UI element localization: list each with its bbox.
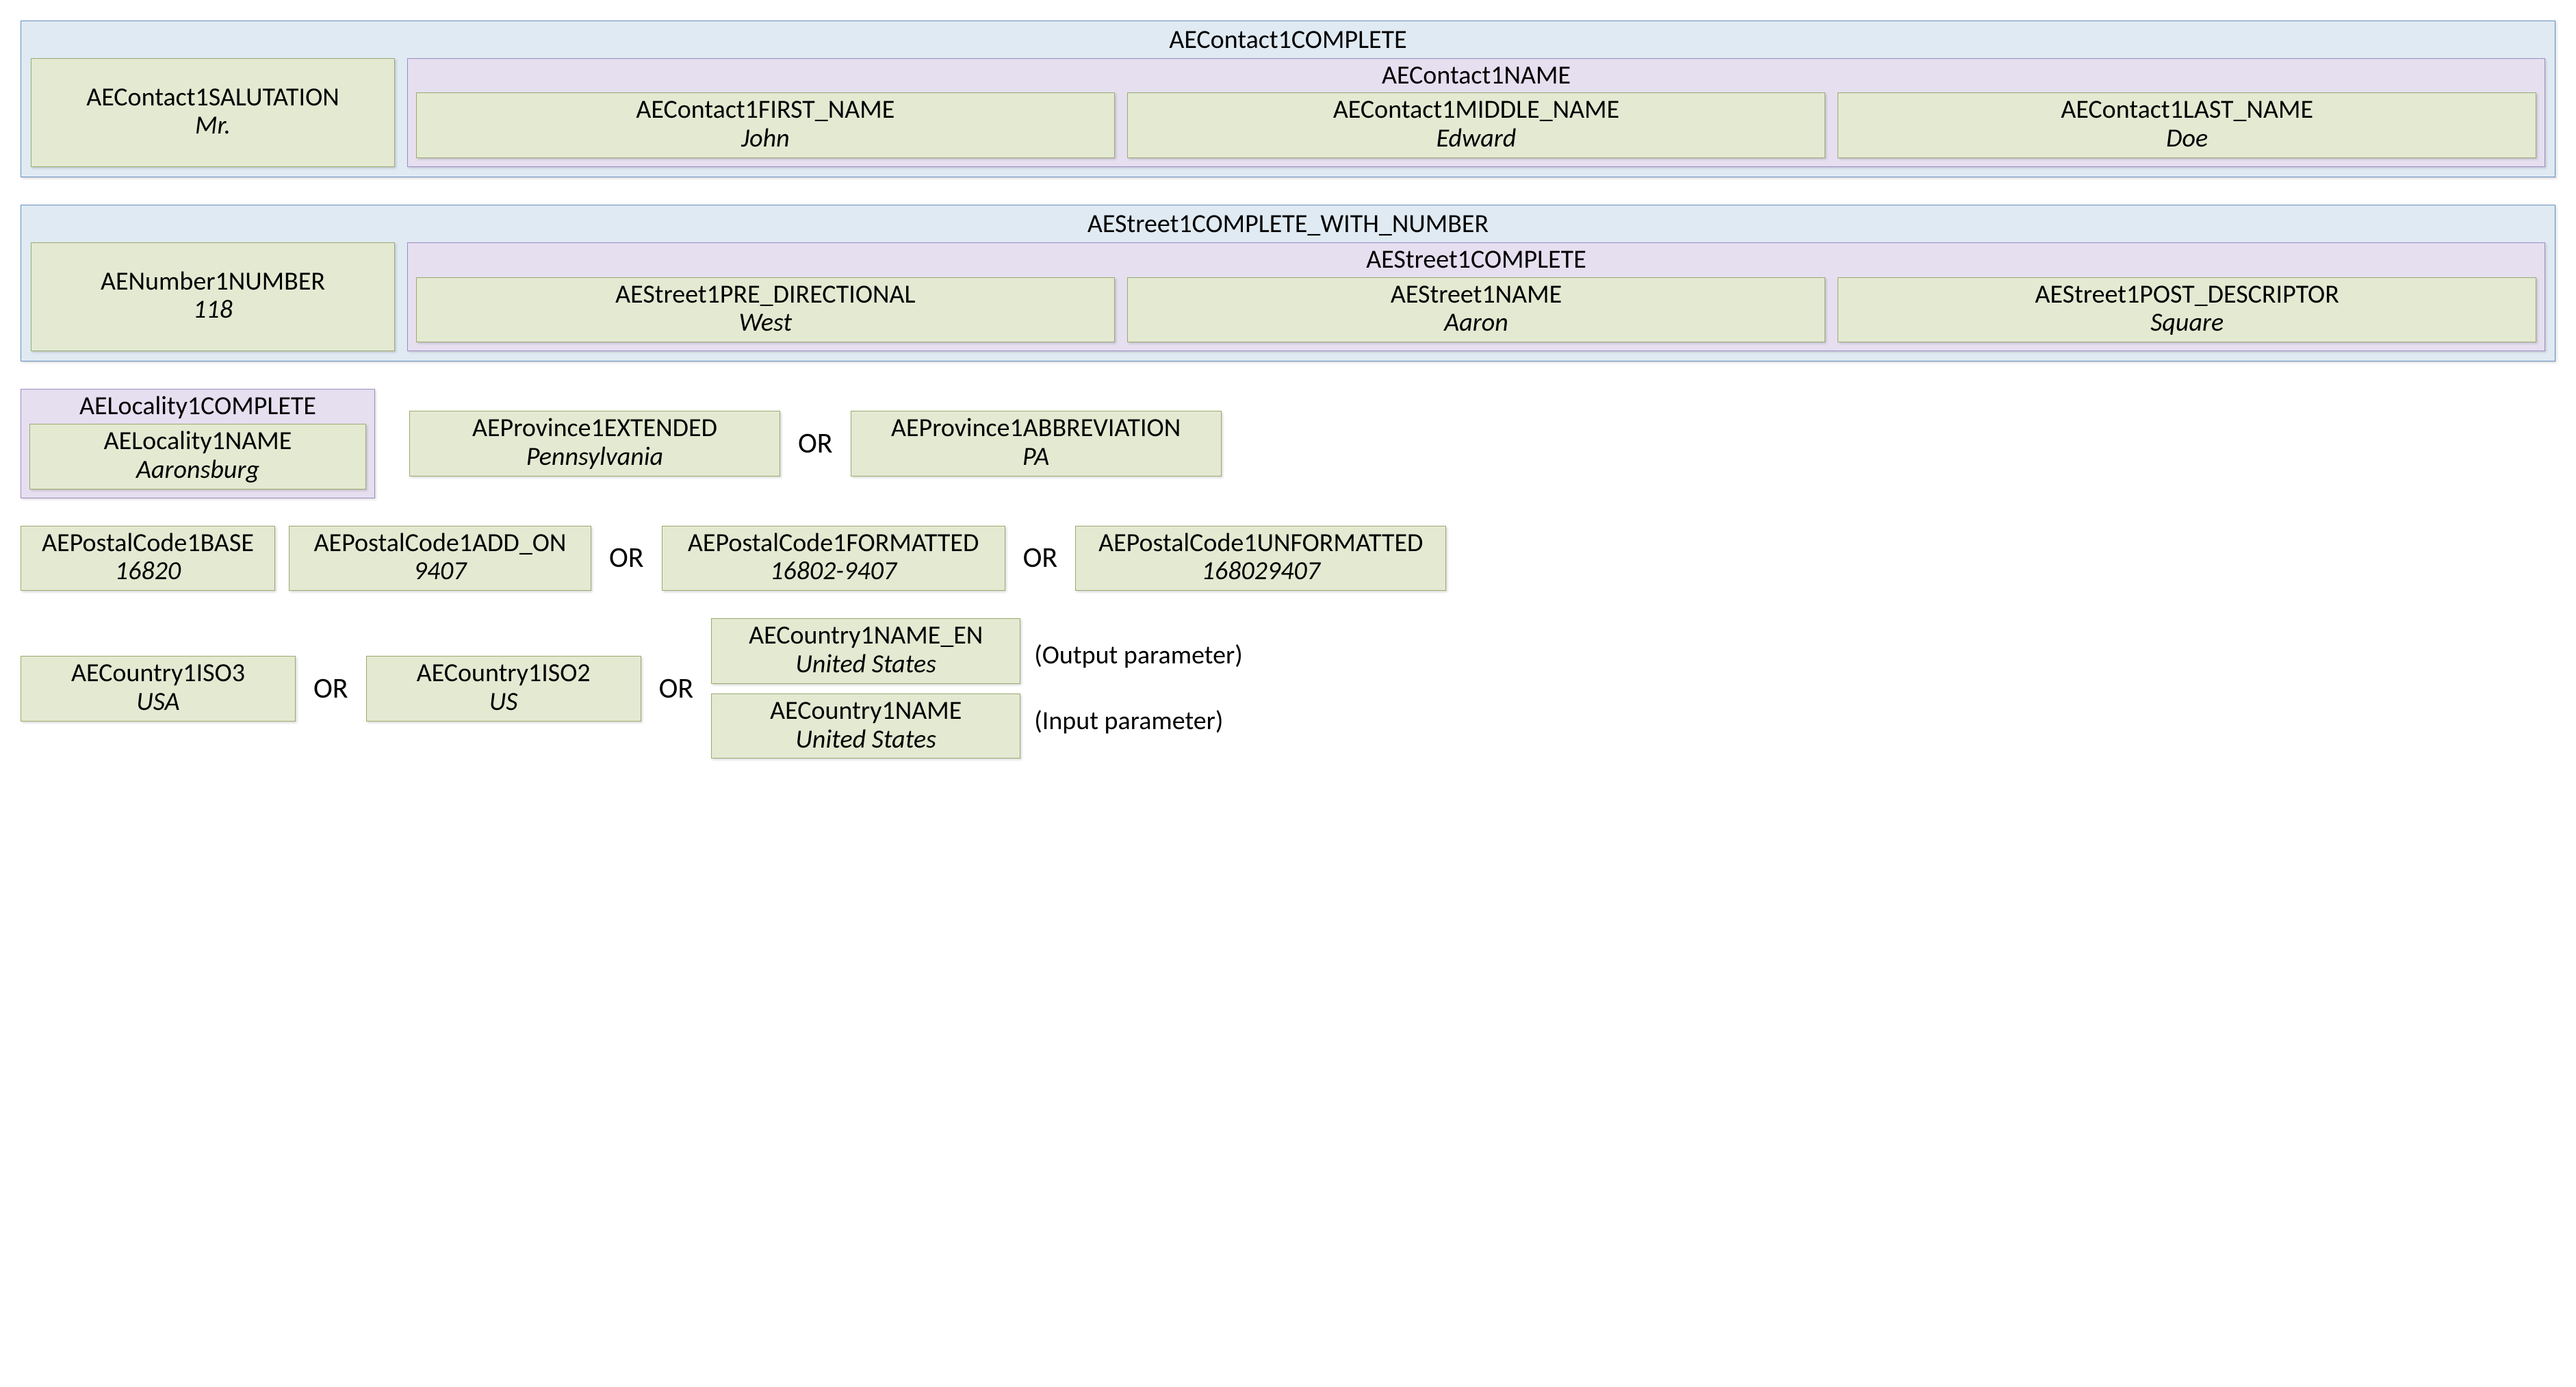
note-input-parameter: (Input parameter) — [1034, 707, 1243, 736]
field-value: Pennsylvania — [417, 443, 773, 472]
field-street-number: AENumber1NUMBER 118 — [31, 242, 395, 351]
frame-locality-complete: AELocality1COMPLETE AELocality1NAME Aaro… — [21, 389, 375, 498]
field-value: 16820 — [28, 557, 268, 586]
field-value: 168029407 — [1083, 557, 1439, 586]
field-street-pre-directional: AEStreet1PRE_DIRECTIONAL West — [416, 277, 1115, 343]
field-value: USA — [28, 688, 288, 717]
field-value: 118 — [38, 296, 387, 325]
or-label: OR — [794, 429, 837, 458]
field-value: Edward — [1135, 125, 1818, 153]
field-postal-unformatted: AEPostalCode1UNFORMATTED 168029407 — [1075, 526, 1446, 591]
or-label: OR — [605, 544, 648, 572]
field-name: AEContact1SALUTATION — [38, 84, 387, 112]
or-label: OR — [1019, 544, 1062, 572]
field-province-extended: AEProvince1EXTENDED Pennsylvania — [409, 411, 780, 476]
label-street-complete-with-number: AEStreet1COMPLETE_WITH_NUMBER — [31, 209, 2545, 240]
field-name: AEContact1FIRST_NAME — [424, 96, 1107, 125]
field-value: 9407 — [296, 557, 584, 586]
field-name: AEPostalCode1FORMATTED — [669, 529, 998, 558]
field-value: Aaronsburg — [37, 456, 359, 485]
label-contact-complete: AEContact1COMPLETE — [31, 25, 2545, 55]
field-name: AENumber1NUMBER — [38, 268, 387, 296]
or-label: OR — [309, 674, 352, 703]
field-name: AEPostalCode1BASE — [28, 529, 268, 558]
field-value: US — [374, 688, 634, 717]
field-value: Doe — [1845, 125, 2529, 153]
frame-street-complete-with-number: AEStreet1COMPLETE_WITH_NUMBER AENumber1N… — [21, 205, 2555, 361]
field-postal-addon: AEPostalCode1ADD_ON 9407 — [289, 526, 591, 591]
field-name: AEStreet1NAME — [1135, 281, 1818, 309]
field-value: United States — [719, 650, 1013, 679]
field-last-name: AEContact1LAST_NAME Doe — [1838, 92, 2536, 158]
country-name-stack: AECountry1NAME_EN United States AECountr… — [711, 618, 1020, 759]
country-notes: (Output parameter) (Input parameter) — [1034, 641, 1243, 736]
field-name: AEPostalCode1UNFORMATTED — [1083, 529, 1439, 558]
field-name: AEStreet1PRE_DIRECTIONAL — [424, 281, 1107, 309]
row-contact: AEContact1COMPLETE AEContact1SALUTATION … — [21, 21, 2555, 177]
frame-contact-name: AEContact1NAME AEContact1FIRST_NAME John… — [407, 58, 2545, 167]
label-locality-complete: AELocality1COMPLETE — [29, 392, 366, 421]
field-country-name-en: AECountry1NAME_EN United States — [711, 618, 1020, 684]
field-name: AEProvince1EXTENDED — [417, 414, 773, 443]
field-name: AEContact1LAST_NAME — [1845, 96, 2529, 125]
field-value: United States — [719, 726, 1013, 754]
field-name: AECountry1NAME — [719, 697, 1013, 726]
field-street-name: AEStreet1NAME Aaron — [1127, 277, 1826, 343]
field-value: Square — [1845, 309, 2529, 338]
field-name: AEProvince1ABBREVIATION — [858, 414, 1214, 443]
field-value: 16802-9407 — [669, 557, 998, 586]
field-first-name: AEContact1FIRST_NAME John — [416, 92, 1115, 158]
field-country-iso3: AECountry1ISO3 USA — [21, 656, 296, 722]
field-name: AECountry1NAME_EN — [719, 622, 1013, 650]
field-value: Aaron — [1135, 309, 1818, 338]
field-name: AECountry1ISO3 — [28, 659, 288, 688]
field-street-post-descriptor: AEStreet1POST_DESCRIPTOR Square — [1838, 277, 2536, 343]
field-postal-base: AEPostalCode1BASE 16820 — [21, 526, 275, 591]
or-label: OR — [655, 674, 698, 703]
frame-contact-complete: AEContact1COMPLETE AEContact1SALUTATION … — [21, 21, 2555, 177]
field-name: AEContact1MIDDLE_NAME — [1135, 96, 1818, 125]
field-name: AEStreet1POST_DESCRIPTOR — [1845, 281, 2529, 309]
field-value: John — [424, 125, 1107, 153]
row-street: AEStreet1COMPLETE_WITH_NUMBER AENumber1N… — [21, 205, 2555, 361]
field-locality-name: AELocality1NAME Aaronsburg — [29, 424, 366, 489]
field-value: Mr. — [38, 112, 387, 140]
field-middle-name: AEContact1MIDDLE_NAME Edward — [1127, 92, 1826, 158]
field-country-name: AECountry1NAME United States — [711, 694, 1020, 759]
label-contact-name: AEContact1NAME — [416, 62, 2536, 90]
field-postal-formatted: AEPostalCode1FORMATTED 16802-9407 — [662, 526, 1005, 591]
row-locality-province: AELocality1COMPLETE AELocality1NAME Aaro… — [21, 389, 2555, 498]
field-name: AEPostalCode1ADD_ON — [296, 529, 584, 558]
field-salutation: AEContact1SALUTATION Mr. — [31, 58, 395, 167]
field-name: AELocality1NAME — [37, 427, 359, 456]
note-output-parameter: (Output parameter) — [1034, 641, 1243, 670]
field-value: West — [424, 309, 1107, 338]
field-country-iso2: AECountry1ISO2 US — [366, 656, 641, 722]
row-postal: AEPostalCode1BASE 16820 AEPostalCode1ADD… — [21, 526, 2555, 591]
row-country: AECountry1ISO3 USA OR AECountry1ISO2 US … — [21, 618, 2555, 759]
diagram-root: AEContact1COMPLETE AEContact1SALUTATION … — [0, 0, 2576, 800]
field-province-abbreviation: AEProvince1ABBREVIATION PA — [851, 411, 1222, 476]
label-street-complete: AEStreet1COMPLETE — [416, 246, 2536, 275]
field-name: AECountry1ISO2 — [374, 659, 634, 688]
field-value: PA — [858, 443, 1214, 472]
frame-street-complete: AEStreet1COMPLETE AEStreet1PRE_DIRECTION… — [407, 242, 2545, 351]
